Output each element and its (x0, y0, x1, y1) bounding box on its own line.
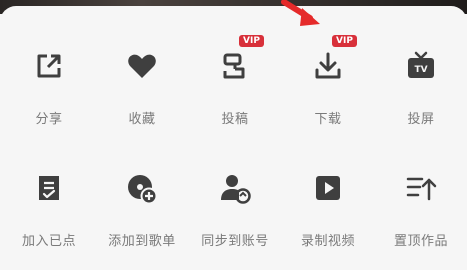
checklist-icon (27, 166, 71, 210)
share-button[interactable]: 分享 (2, 44, 96, 144)
share-icon (27, 44, 71, 88)
submit-button[interactable]: VIP 投稿 (188, 35, 282, 144)
sync-account-label: 同步到账号 (201, 234, 269, 249)
play-icon (306, 166, 350, 210)
svg-text:TV: TV (414, 65, 427, 75)
add-to-playlist-label: 添加到歌单 (108, 234, 176, 249)
submit-icon: VIP (213, 35, 264, 88)
vip-badge: VIP (239, 35, 264, 47)
share-label: 分享 (35, 112, 63, 127)
download-label: 下载 (314, 112, 342, 127)
user-sync-icon (213, 166, 257, 210)
heart-icon (120, 44, 164, 88)
tv-icon: TV (399, 44, 443, 88)
download-button[interactable]: VIP 下载 (281, 35, 375, 144)
sync-account-button[interactable]: 同步到账号 (188, 166, 282, 266)
record-video-button[interactable]: 录制视频 (281, 166, 375, 266)
download-icon: VIP (306, 35, 357, 88)
favorite-button[interactable]: 收藏 (95, 44, 189, 144)
pin-work-label: 置顶作品 (393, 234, 448, 249)
pin-top-icon (399, 166, 443, 210)
pin-work-button[interactable]: 置顶作品 (374, 166, 467, 266)
disc-add-icon (120, 166, 164, 210)
submit-label: 投稿 (221, 112, 249, 127)
share-action-sheet: 分享 收藏 VIP 投稿 VIP 下载 TV 投屏 加入已点 添加到歌单 同步到… (0, 6, 467, 270)
add-to-queue-label: 加入已点 (21, 234, 76, 249)
cast-label: 投屏 (407, 112, 435, 127)
favorite-label: 收藏 (128, 112, 156, 127)
add-to-queue-button[interactable]: 加入已点 (2, 166, 96, 266)
vip-badge: VIP (332, 35, 357, 47)
add-to-playlist-button[interactable]: 添加到歌单 (95, 166, 189, 266)
pointer-arrow-icon (281, 0, 320, 26)
cast-button[interactable]: TV 投屏 (374, 44, 467, 144)
record-video-label: 录制视频 (300, 234, 355, 249)
